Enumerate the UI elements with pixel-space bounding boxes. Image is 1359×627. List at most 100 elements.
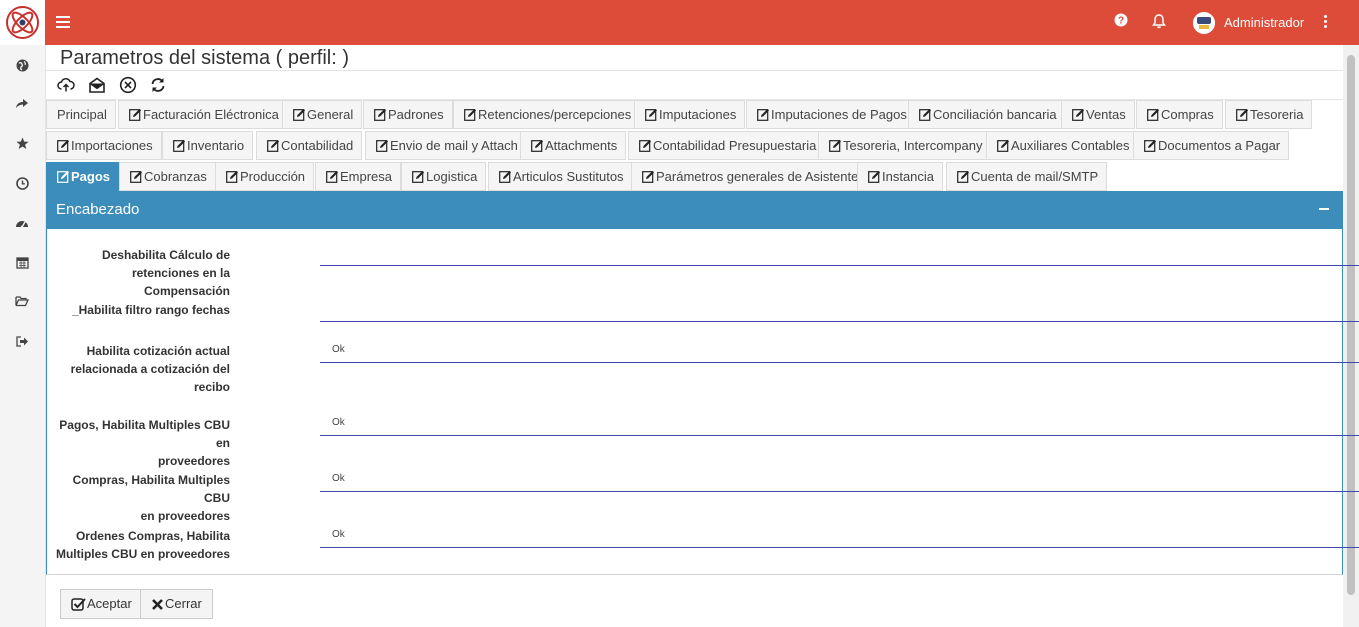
tab-conciliacion-bancaria[interactable]: Conciliación bancaria — [908, 100, 1066, 129]
calendar-icon[interactable] — [14, 254, 30, 270]
edit-icon — [1144, 140, 1156, 152]
tab-imputaciones-de-pagos[interactable]: Imputaciones de Pagos — [746, 100, 916, 129]
tab-instancia[interactable]: Instancia — [857, 162, 944, 191]
toolbar — [46, 70, 1343, 100]
sign-out-icon[interactable] — [14, 333, 30, 349]
close-icon — [152, 599, 163, 610]
edit-icon — [376, 140, 388, 152]
top-navbar: ? Administrador — [0, 0, 1359, 45]
help-icon[interactable]: ? — [1114, 13, 1128, 27]
envelope-open-icon[interactable] — [88, 76, 106, 94]
tab-envio-de-mail[interactable]: Envio de mail y Attach — [365, 131, 527, 160]
user-name[interactable]: Administrador — [1224, 15, 1304, 30]
tab-tesoreria[interactable]: Tesoreria — [1225, 100, 1313, 129]
edit-icon — [267, 140, 279, 152]
tab-articulos-sustitutos[interactable]: Articulos Sustitutos — [488, 162, 633, 191]
star-icon[interactable] — [14, 135, 30, 151]
clock-icon[interactable] — [14, 175, 30, 191]
select-ordenes-compras-multiples-cbu[interactable]: Ok — [320, 527, 1359, 548]
panel-body: Deshabilita Cálculo de retenciones en la… — [46, 229, 1359, 575]
field-label: Ordenes Compras, Habilita Multiples CBU … — [55, 529, 230, 561]
field-label: _Habilita filtro rango fechas — [71, 303, 230, 317]
app-logo[interactable] — [0, 0, 45, 45]
dashboard-icon[interactable] — [14, 215, 30, 231]
edit-icon — [464, 109, 476, 121]
edit-icon — [645, 109, 657, 121]
select-compras-multiples-cbu[interactable]: Ok — [320, 471, 1359, 492]
edit-icon — [1236, 109, 1248, 121]
edit-icon — [868, 171, 880, 183]
tab-row: Principal Facturación Eléctronica Genera… — [46, 100, 1343, 131]
tab-pagos[interactable]: Pagos — [46, 162, 120, 191]
tab-importaciones[interactable]: Importaciones — [46, 131, 162, 160]
edit-icon — [997, 140, 1009, 152]
tab-principal[interactable]: Principal — [46, 100, 116, 129]
tab-general[interactable]: General — [282, 100, 363, 129]
edit-icon — [57, 171, 69, 183]
collapse-icon[interactable] — [1319, 208, 1329, 210]
edit-icon — [957, 171, 969, 183]
scrollbar-thumb[interactable] — [1347, 55, 1355, 595]
edit-icon — [326, 171, 338, 183]
tab-auxiliares-contables[interactable]: Auxiliares Contables — [986, 131, 1139, 160]
edit-icon — [129, 109, 141, 121]
edit-icon — [57, 140, 69, 152]
edit-icon — [226, 171, 238, 183]
cloud-upload-icon[interactable] — [57, 76, 75, 94]
tab-contabilidad-presupuestaria[interactable]: Contabilidad Presupuestaria — [628, 131, 826, 160]
logo-icon — [6, 6, 39, 39]
page-title: Parametros del sistema ( perfil: ) — [60, 47, 349, 69]
edit-icon — [1147, 109, 1159, 121]
select-pagos-multiples-cbu[interactable]: Ok — [320, 415, 1359, 436]
sidebar — [0, 45, 46, 627]
panel-header: Encabezado — [46, 191, 1343, 229]
tab-ventas[interactable]: Ventas — [1061, 100, 1135, 129]
tab-padrones[interactable]: Padrones — [363, 100, 453, 129]
select-habilita-cotizacion-actual[interactable]: Ok — [320, 342, 1359, 363]
avatar[interactable] — [1193, 12, 1215, 34]
select-deshabilita-calculo-retenciones[interactable] — [320, 245, 1359, 266]
field-label: Compras, Habilita Multiples CBU en prove… — [72, 473, 230, 523]
tab-facturacion-electronica[interactable]: Facturación Eléctronica — [118, 100, 288, 129]
select-habilita-filtro-rango-fechas[interactable] — [320, 301, 1359, 322]
tab-inventario[interactable]: Inventario — [162, 131, 254, 160]
svg-text:?: ? — [1118, 16, 1124, 27]
tab-imputaciones[interactable]: Imputaciones — [634, 100, 746, 129]
close-button[interactable]: Cerrar — [140, 589, 213, 619]
tab-bar: Principal Facturación Eléctronica Genera… — [46, 100, 1343, 193]
tab-produccion[interactable]: Producción — [215, 162, 315, 191]
tab-contabilidad[interactable]: Contabilidad — [256, 131, 363, 160]
tab-tesoreria-intercompany[interactable]: Tesoreria, Intercompany — [818, 131, 992, 160]
refresh-icon[interactable] — [149, 76, 167, 94]
folder-open-icon[interactable] — [14, 293, 30, 309]
edit-icon — [919, 109, 931, 121]
tab-parametros-asistentes[interactable]: Parámetros generales de Asistentes — [631, 162, 874, 191]
tab-empresa[interactable]: Empresa — [315, 162, 402, 191]
close-circle-icon[interactable] — [119, 76, 137, 94]
accept-button[interactable]: Aceptar — [60, 589, 143, 619]
tab-row: Pagos Cobranzas Producción Empresa Logis… — [46, 162, 1343, 193]
bell-icon[interactable] — [1151, 13, 1167, 29]
edit-icon — [173, 140, 185, 152]
edit-icon — [293, 109, 305, 121]
edit-icon — [374, 109, 386, 121]
check-square-icon — [71, 598, 86, 611]
tab-attachments[interactable]: Attachments — [520, 131, 627, 160]
tab-documentos-a-pagar[interactable]: Documentos a Pagar — [1133, 131, 1290, 160]
globe-icon[interactable] — [14, 57, 30, 73]
vertical-dots-icon[interactable] — [1324, 15, 1328, 30]
edit-icon — [130, 171, 142, 183]
tab-cobranzas[interactable]: Cobranzas — [119, 162, 216, 191]
share-icon[interactable] — [14, 95, 30, 111]
tab-cuenta-de-mail[interactable]: Cuenta de mail/SMTP — [946, 162, 1108, 191]
tab-logistica[interactable]: Logistica — [401, 162, 487, 191]
edit-icon — [639, 140, 651, 152]
edit-icon — [412, 171, 424, 183]
field-label: Deshabilita Cálculo de retenciones en la… — [101, 248, 230, 298]
hamburger-icon[interactable] — [56, 14, 70, 30]
tab-compras[interactable]: Compras — [1136, 100, 1223, 129]
edit-icon — [757, 109, 769, 121]
tab-row: Importaciones Inventario Contabilidad En… — [46, 131, 1343, 162]
edit-icon — [531, 140, 543, 152]
tab-retenciones-percepciones[interactable]: Retenciones/percepciones — [453, 100, 641, 129]
